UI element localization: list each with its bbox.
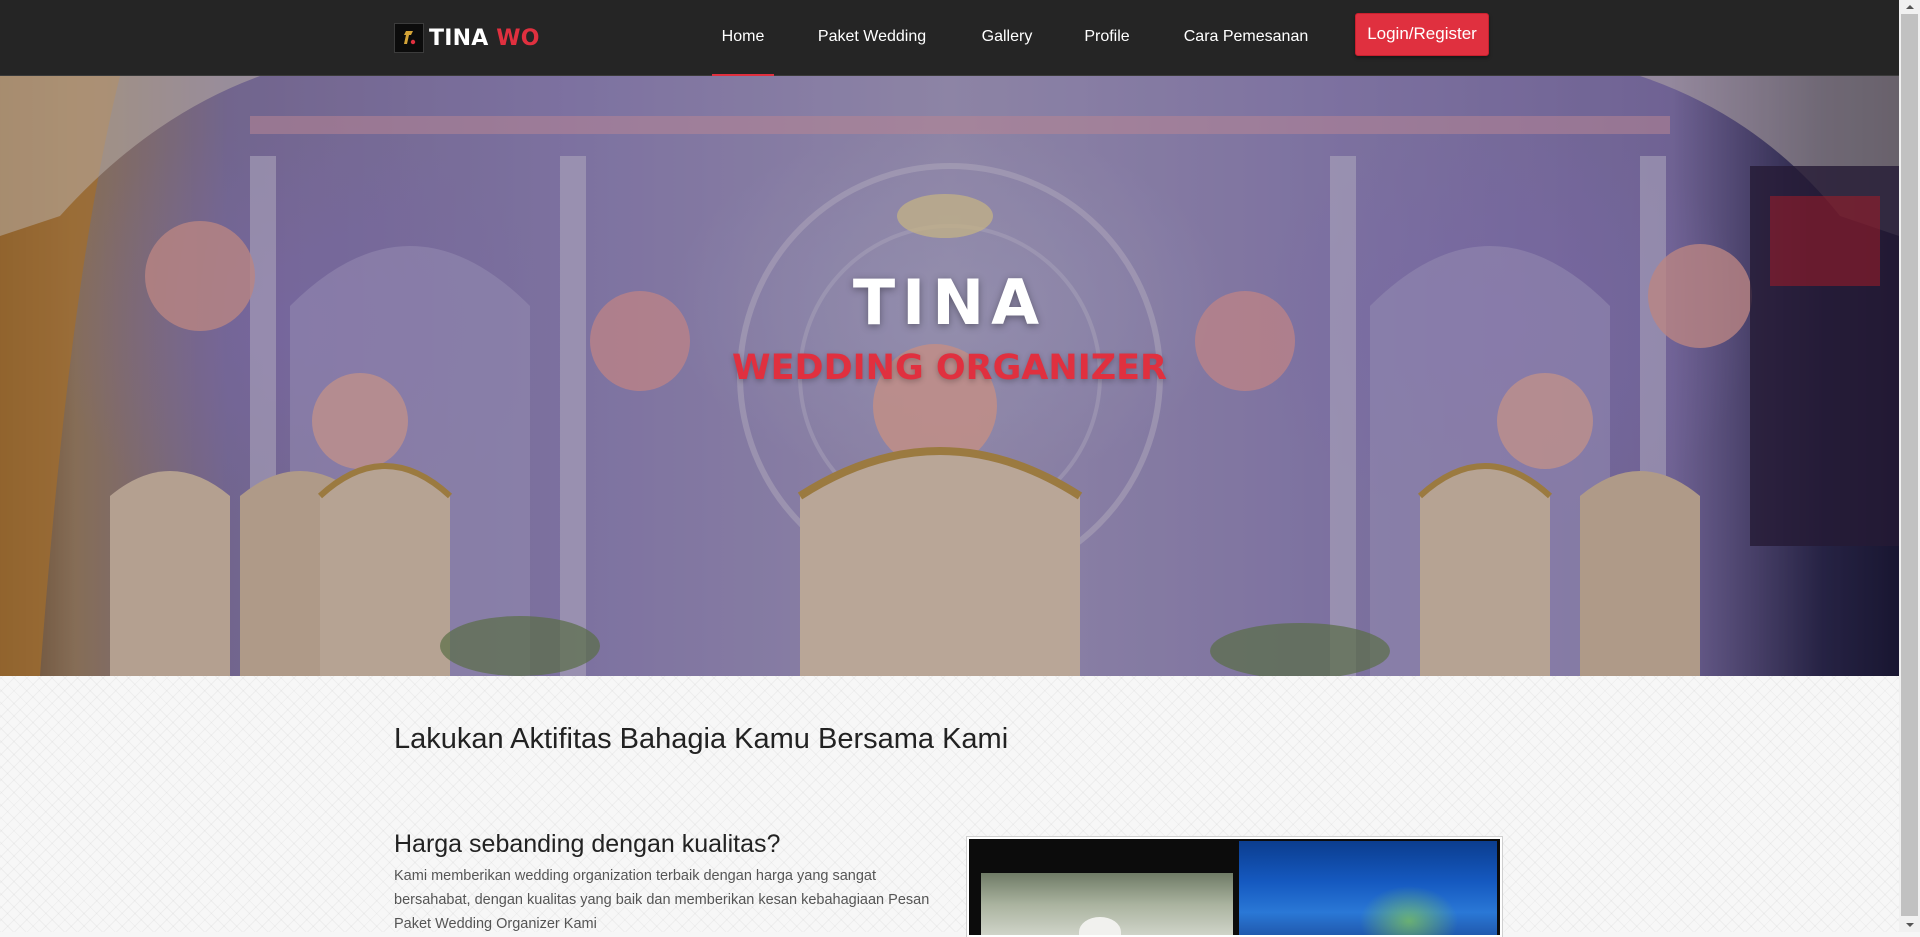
- section-heading: Lakukan Aktifitas Bahagia Kamu Bersama K…: [394, 723, 1009, 755]
- navbar: TINA WO Home Paket Wedding Gallery Profi…: [0, 0, 1899, 77]
- brand-logo-icon: [394, 23, 424, 53]
- preview-photo-right: [1239, 841, 1497, 935]
- page-scrollbar[interactable]: [1899, 0, 1920, 932]
- scroll-down-arrow-icon[interactable]: [1899, 918, 1920, 932]
- hero-title: TINA: [852, 266, 1047, 339]
- brand-name: TINA WO: [429, 26, 540, 51]
- nav-link-home[interactable]: Home: [712, 0, 774, 77]
- nav-link-profile[interactable]: Profile: [1076, 0, 1138, 76]
- brand-name-accent: WO: [496, 25, 540, 51]
- wedding-preview-image: [966, 836, 1503, 937]
- scrollbar-thumb[interactable]: [1901, 14, 1918, 916]
- nav-link-cara-pemesanan[interactable]: Cara Pemesanan: [1172, 0, 1320, 76]
- feature-description: Kami memberikan wedding organization ter…: [394, 868, 930, 932]
- nav-link-gallery[interactable]: Gallery: [972, 0, 1042, 76]
- feature-title: Harga sebanding dengan kualitas?: [394, 830, 781, 858]
- brand-name-main: TINA: [429, 25, 489, 51]
- brand[interactable]: TINA WO: [394, 23, 540, 53]
- preview-photo-left: [981, 873, 1233, 935]
- login-register-button[interactable]: Login/Register: [1355, 13, 1489, 56]
- hero-banner: TINA WEDDING ORGANIZER: [0, 76, 1899, 676]
- scroll-up-arrow-icon[interactable]: [1899, 0, 1920, 14]
- hero-subtitle: WEDDING ORGANIZER: [732, 348, 1167, 388]
- nav-link-paket-wedding[interactable]: Paket Wedding: [804, 0, 940, 76]
- intro-section: Lakukan Aktifitas Bahagia Kamu Bersama K…: [0, 676, 1899, 937]
